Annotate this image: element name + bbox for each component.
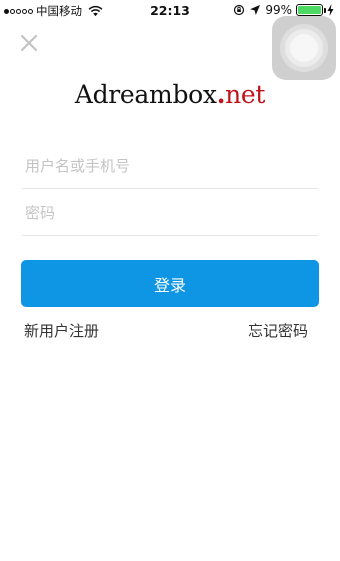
assistive-touch-button[interactable] bbox=[272, 16, 336, 80]
logo-dot: . bbox=[216, 80, 226, 109]
close-icon bbox=[20, 34, 38, 52]
logo-wordmark: Adreambox bbox=[74, 80, 217, 109]
battery-cap bbox=[324, 8, 326, 13]
username-input[interactable] bbox=[22, 143, 318, 188]
app-logo: Adreambox.net bbox=[0, 80, 340, 109]
logo-suffix: net bbox=[225, 80, 266, 109]
battery-percentage: 99% bbox=[265, 3, 292, 17]
register-link[interactable]: 新用户注册 bbox=[24, 320, 99, 341]
rotation-lock-icon bbox=[234, 4, 245, 16]
battery-level-fill bbox=[298, 6, 321, 14]
username-field bbox=[22, 143, 318, 189]
password-input[interactable] bbox=[22, 190, 318, 235]
battery-icon bbox=[296, 4, 326, 16]
location-arrow-icon bbox=[250, 5, 261, 15]
password-field bbox=[22, 190, 318, 236]
close-button[interactable] bbox=[18, 32, 40, 54]
forgot-password-link[interactable]: 忘记密码 bbox=[248, 320, 308, 341]
charging-bolt-icon bbox=[327, 4, 334, 16]
assistive-touch-ring bbox=[290, 34, 318, 62]
login-button[interactable]: 登录 bbox=[21, 260, 319, 307]
status-right: 99% bbox=[233, 3, 334, 17]
